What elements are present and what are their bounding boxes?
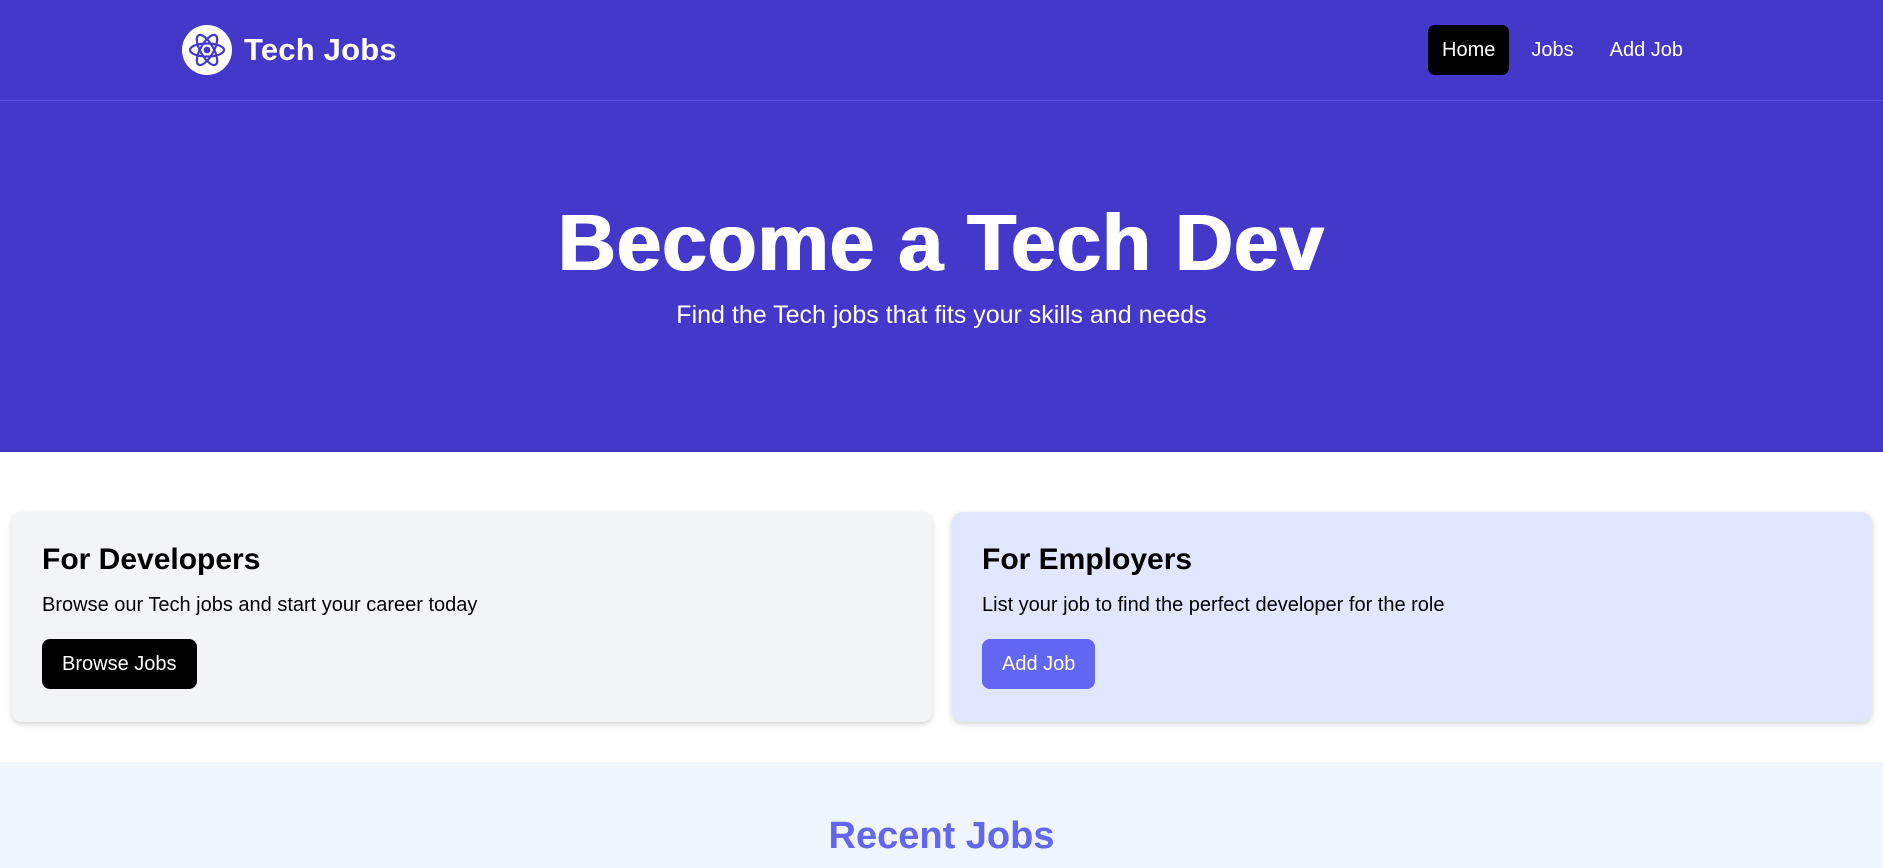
nav-links: Home Jobs Add Job — [1428, 25, 1697, 75]
employers-card: For Employers List your job to find the … — [952, 512, 1872, 722]
employers-card-text: List your job to find the perfect develo… — [982, 594, 1445, 616]
navbar-inner: Tech Jobs Home Jobs Add Job — [182, 0, 1701, 100]
browse-jobs-button[interactable]: Browse Jobs — [42, 639, 197, 689]
nav-link-jobs[interactable]: Jobs — [1517, 25, 1587, 75]
nav-link-add-job[interactable]: Add Job — [1596, 25, 1697, 75]
developers-card-title: For Developers — [42, 543, 261, 576]
nav-link-home[interactable]: Home — [1428, 25, 1510, 75]
add-job-button[interactable]: Add Job — [982, 639, 1096, 689]
employers-card-title: For Employers — [982, 543, 1193, 576]
info-cards: For Developers Browse our Tech jobs and … — [12, 512, 1872, 722]
recent-jobs-section: Recent Jobs — [0, 762, 1883, 868]
developers-card-text: Browse our Tech jobs and start your care… — [42, 594, 478, 616]
recent-jobs-title: Recent Jobs — [828, 815, 1055, 857]
hero-section: Become a Tech Dev Find the Tech jobs tha… — [0, 101, 1883, 452]
atom-icon — [182, 25, 232, 75]
brand-name: Tech Jobs — [244, 32, 397, 67]
navbar: Tech Jobs Home Jobs Add Job — [0, 0, 1883, 101]
brand-link[interactable]: Tech Jobs — [182, 25, 397, 75]
hero-title: Become a Tech Dev — [558, 198, 1325, 287]
developers-card: For Developers Browse our Tech jobs and … — [12, 512, 932, 722]
hero-subtitle: Find the Tech jobs that fits your skills… — [676, 301, 1207, 329]
